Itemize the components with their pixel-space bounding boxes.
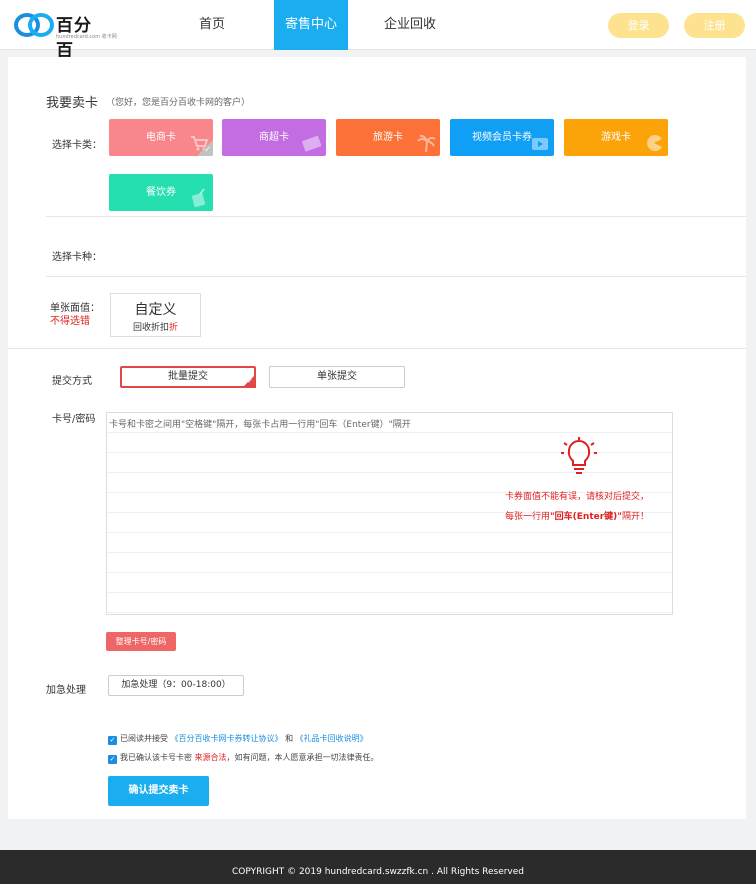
transfer-agreement-link[interactable]: 《百分百收卡网卡券转让协议》 xyxy=(171,734,283,743)
page-title: 我要卖卡 xyxy=(46,96,99,111)
category-label-supermarket: 商超卡 xyxy=(259,132,289,143)
custom-value-discount: 回收折扣折 xyxy=(111,320,200,333)
card-type-label: 选择卡种： xyxy=(52,252,102,263)
recycle-instructions-link[interactable]: 《礼品卡回收说明》 xyxy=(296,734,368,743)
agree-text: 已阅读并接受 xyxy=(120,734,168,743)
category-tile-ecommerce[interactable]: 电商卡 ✓ xyxy=(109,119,213,156)
category-tile-game[interactable]: 游戏卡 xyxy=(564,119,668,156)
nav-home[interactable]: 首页 xyxy=(182,0,242,50)
legal-source-text: 来源合法 xyxy=(194,753,227,762)
category-tile-dining[interactable]: 餐饮券 xyxy=(109,174,213,211)
divider xyxy=(8,348,746,349)
copyright-text: COPYRIGHT © 2019 hundredcard.swzzfk.cn .… xyxy=(231,867,525,877)
card-icon xyxy=(302,135,322,152)
agreement-row-2: ✓ 我已确认该卡号卡密 来源合法，如有问题，本人愿意承担一切法律责任。 xyxy=(108,752,379,764)
agree-and: 和 xyxy=(285,734,294,743)
discount-suffix: 折 xyxy=(169,323,179,333)
nav-consignment-center[interactable]: 寄售中心 xyxy=(274,0,348,50)
category-label-dining: 餐饮券 xyxy=(146,187,176,198)
category-label-ecommerce: 电商卡 xyxy=(146,132,176,143)
divider xyxy=(46,216,746,217)
discount-prefix: 回收折扣 xyxy=(132,323,169,333)
agree-terms-checkbox[interactable]: ✓ xyxy=(108,736,117,745)
check-icon: ✓ xyxy=(247,377,253,385)
urgent-process-button[interactable]: 加急处理（9：00-18:00） xyxy=(108,675,244,696)
custom-value-title: 自定义 xyxy=(134,302,177,318)
face-value-warning: 不得选错 xyxy=(50,316,90,327)
textarea-placeholder: 卡号和卡密之间用"空格键"隔开，每张卡占用一行用"回车（Enter键）"隔开 xyxy=(109,420,411,430)
login-button[interactable]: 登录 xyxy=(608,13,669,38)
category-label-video: 视频会员卡券 xyxy=(472,132,532,143)
notice-bold: "回车(Enter键)" xyxy=(549,512,622,522)
batch-submit-label: 批量提交 xyxy=(168,371,208,382)
confirm-legal-checkbox[interactable]: ✓ xyxy=(108,755,117,764)
urgent-label: 加急处理 xyxy=(46,685,86,696)
divider xyxy=(46,276,746,277)
category-label-game: 游戏卡 xyxy=(601,132,631,143)
logo-icon xyxy=(14,13,54,37)
category-tile-travel[interactable]: 旅游卡 xyxy=(336,119,440,156)
submit-mode-label: 提交方式 xyxy=(52,376,92,387)
agreement-row-1: ✓ 已阅读并接受 《百分百收卡网卡券转让协议》 和 《礼品卡回收说明》 xyxy=(108,733,368,745)
category-tile-video[interactable]: 视频会员卡券 xyxy=(450,119,554,156)
drink-icon xyxy=(191,188,206,208)
category-label: 选择卡类： xyxy=(52,140,102,151)
category-tile-supermarket[interactable]: 商超卡 xyxy=(222,119,326,156)
footer: COPYRIGHT © 2019 hundredcard.swzzfk.cn .… xyxy=(0,850,756,884)
lightbulb-icon xyxy=(561,437,597,474)
liability-text: ，如有问题，本人愿意承担一切法律责任。 xyxy=(226,753,379,762)
notice-line-1: 卡券面值不能有误，请核对后提交， xyxy=(504,492,649,502)
sort-cards-button[interactable]: 整理卡号/密码 xyxy=(106,632,176,651)
check-icon: ✓ xyxy=(204,145,211,154)
logo-subtext: hundredcard.com 收卡网 xyxy=(56,34,117,40)
card-number-textarea[interactable]: 卡号和卡密之间用"空格键"隔开，每张卡占用一行用"回车（Enter键）"隔开 卡… xyxy=(106,412,673,615)
video-icon xyxy=(532,138,548,150)
single-submit-option[interactable]: 单张提交 xyxy=(269,366,405,388)
register-button[interactable]: 注册 xyxy=(684,13,745,38)
notice-line-2: 每张一行用"回车(Enter键)"隔开！ xyxy=(477,509,677,522)
site-logo[interactable]: 百分百 hundredcard.com 收卡网 xyxy=(14,9,117,61)
pacman-icon xyxy=(647,135,662,151)
page-subtitle: （您好，您是百分百收卡网的客户） xyxy=(106,98,251,108)
confirm-submit-button[interactable]: 确认提交卖卡 xyxy=(108,776,209,806)
confirm-text: 我已确认该卡号卡密 xyxy=(120,753,192,762)
category-label-travel: 旅游卡 xyxy=(373,132,403,143)
top-header: 百分百 hundredcard.com 收卡网 首页 寄售中心 企业回收 登录 … xyxy=(0,0,756,61)
nav-enterprise-recycle[interactable]: 企业回收 xyxy=(378,0,442,50)
notice-prefix: 每张一行用 xyxy=(504,512,550,522)
notice-suffix: 隔开！ xyxy=(622,512,650,522)
custom-value-option[interactable]: 自定义 回收折扣折 xyxy=(110,293,201,337)
batch-submit-option[interactable]: 批量提交 ✓ xyxy=(120,366,256,388)
palm-tree-icon xyxy=(417,134,436,153)
card-number-label: 卡号/密码 xyxy=(52,414,96,425)
